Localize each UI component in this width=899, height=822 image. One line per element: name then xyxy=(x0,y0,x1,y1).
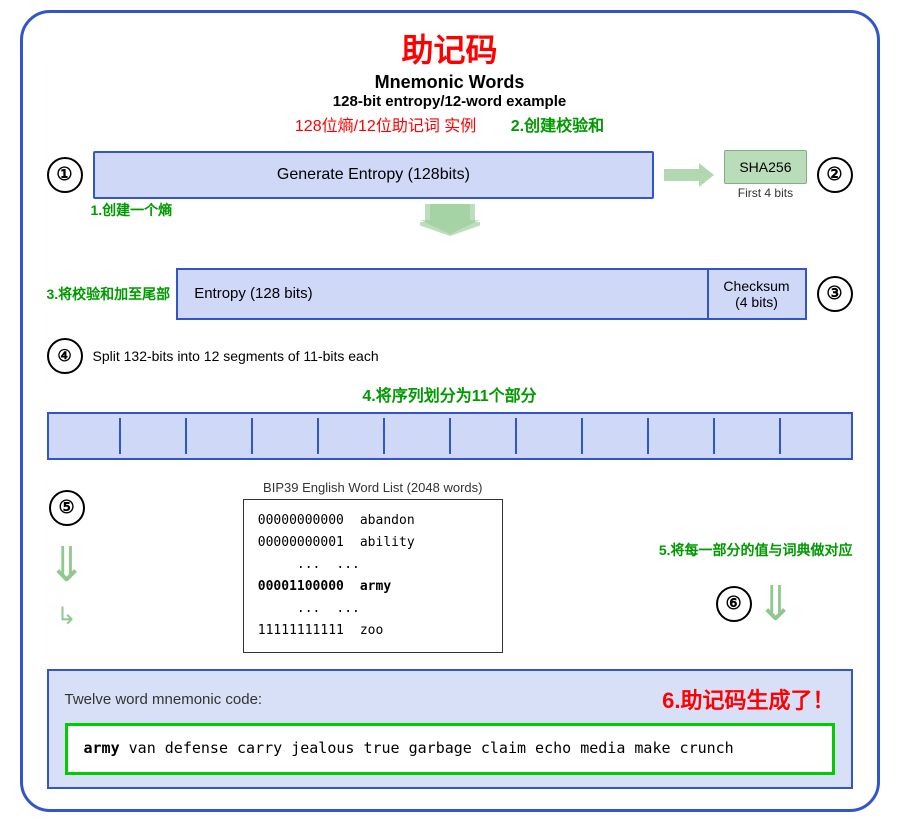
mnemonic-rest: van defense carry jealous true garbage c… xyxy=(120,739,734,757)
step5-label: 5.将每一部分的值与词典做对应 xyxy=(659,480,853,560)
bip39-table: 00000000000 abandon 00000000001 ability … xyxy=(243,499,503,654)
curved-arrow-5b: ↳ xyxy=(57,602,77,631)
bip39-title: BIP39 English Word List (2048 words) xyxy=(263,480,482,495)
step2-label-top: 2.创建校验和 xyxy=(511,118,604,135)
split-desc: Split 132-bits into 12 segments of 11-bi… xyxy=(93,348,379,364)
arrow-to-sha xyxy=(664,161,714,189)
entropy-box: Generate Entropy (128bits) xyxy=(93,151,655,199)
bip39-row-army: 00001100000 army xyxy=(258,576,488,598)
segments-bar xyxy=(47,412,853,460)
row-split: ④ Split 132-bits into 12 segments of 11-… xyxy=(47,338,853,460)
step6-label: 6.助记码生成了！ xyxy=(662,683,834,715)
title-en1: Mnemonic Words xyxy=(47,72,853,93)
twelve-word-label: Twelve word mnemonic code: xyxy=(65,691,263,708)
step1-label: 1.创建一个熵 xyxy=(91,200,173,220)
sha-box: SHA256 xyxy=(724,150,806,184)
circle-3: ③ xyxy=(817,268,853,320)
step3-label: 3.将校验和加至尾部 xyxy=(47,268,171,320)
title-zh: 助记码 xyxy=(47,31,853,69)
row-entropy-checksum: 3.将校验和加至尾部 Entropy (128 bits) Checksum (… xyxy=(47,268,853,320)
arrow-down-to-mnemonic: ⇓ xyxy=(756,576,796,632)
row-entropy-sha: ① Generate Entropy (128bits) SHA256 Firs… xyxy=(47,150,853,200)
entropy-long-box: Entropy (128 bits) xyxy=(176,268,706,320)
bip39-row-2: 00000000001 ability xyxy=(258,532,488,554)
circle-2: ② xyxy=(817,157,853,193)
title-zh-example: 128位熵/12位助记词 实例 2.创建校验和 xyxy=(47,112,853,136)
curved-arrow-5: ⇓ xyxy=(47,542,87,590)
bip39-row-1: 00000000000 abandon xyxy=(258,510,488,532)
sha-first4: First 4 bits xyxy=(738,186,793,200)
circle-1: ① xyxy=(47,157,83,193)
circle-6: ⑥ xyxy=(716,586,752,622)
step4-zh-label: 4.将序列划分为11个部分 xyxy=(47,382,853,406)
bip39-row-dots1: ... ... xyxy=(258,554,488,576)
bip39-row-dots2: ... ... xyxy=(258,598,488,620)
main-container: 助记码 Mnemonic Words 128-bit entropy/12-wo… xyxy=(20,10,880,811)
row-bip39: ⑤ ⇓ ↳ BIP39 English Word List (2048 word… xyxy=(47,480,853,654)
bip39-row-zoo: 11111111111 zoo xyxy=(258,620,488,642)
mnemonic-first-word: army xyxy=(84,739,120,757)
checksum-box: Checksum (4 bits) xyxy=(707,268,807,320)
sha-area: SHA256 First 4 bits xyxy=(724,150,806,200)
mnemonic-box: army van defense carry jealous true garb… xyxy=(65,723,835,775)
title-en2: 128-bit entropy/12-word example xyxy=(47,93,853,110)
circle-5: ⑤ xyxy=(49,490,85,526)
circle-4: ④ xyxy=(47,338,83,374)
row-mnemonic-output: Twelve word mnemonic code: 6.助记码生成了！ arm… xyxy=(47,669,853,789)
